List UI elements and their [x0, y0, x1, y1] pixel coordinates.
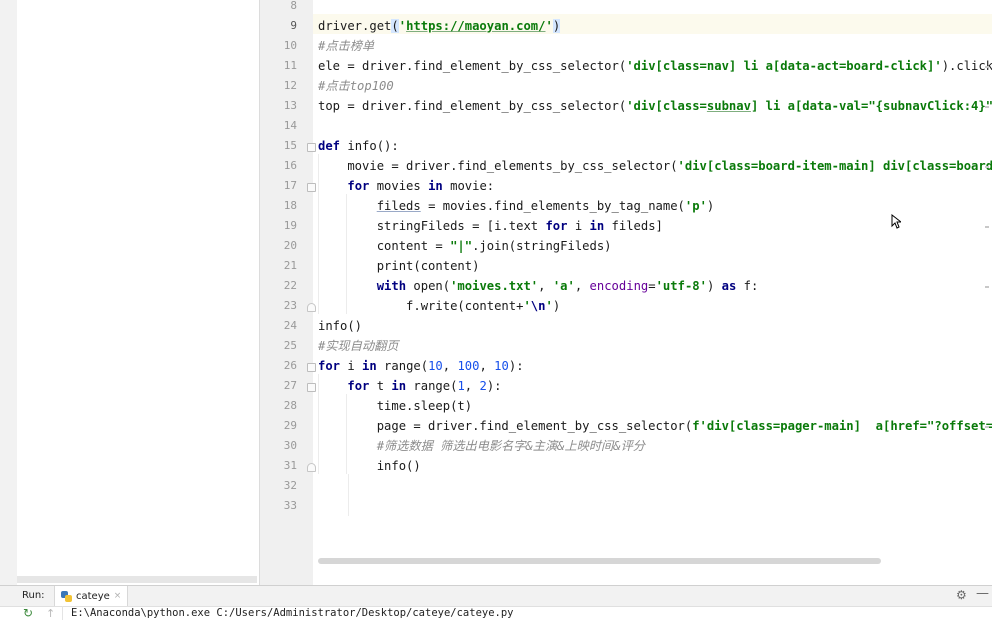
line-number: 19 [283, 219, 297, 232]
code-line[interactable]: time.sleep(t) [318, 396, 992, 416]
python-file-icon [61, 590, 72, 602]
code-line[interactable]: for movies in movie: [318, 176, 992, 196]
line-number: 20 [283, 239, 297, 252]
code-line[interactable]: fileds = movies.find_elements_by_tag_nam… [318, 196, 992, 216]
run-tab-label: cateye [76, 590, 110, 602]
scroll-marker[interactable] [985, 166, 989, 168]
fold-marker[interactable] [307, 383, 316, 392]
console-command-line: E:\Anaconda\python.exe C:/Users/Administ… [71, 607, 514, 619]
line-number: 17 [283, 179, 297, 192]
fold-marker[interactable] [307, 143, 316, 152]
code-line[interactable]: ele = driver.find_element_by_css_selecto… [318, 56, 992, 76]
scroll-marker[interactable] [985, 106, 989, 108]
code-line[interactable]: info() [318, 456, 992, 476]
left-tool-strip [0, 0, 18, 585]
scroll-marker[interactable] [985, 286, 989, 288]
line-number: 16 [283, 159, 297, 172]
line-number: 8 [290, 0, 297, 12]
close-icon[interactable]: × [114, 591, 122, 601]
code-line[interactable]: for i in range(10, 100, 10): [318, 356, 992, 376]
line-number: 28 [283, 399, 297, 412]
gear-icon[interactable]: ⚙ [956, 588, 967, 602]
up-arrow-icon[interactable]: ↑ [46, 607, 55, 620]
line-number: 27 [283, 379, 297, 392]
code-line[interactable]: f.write(content+'\n') [318, 296, 992, 316]
indent-guide [348, 474, 349, 516]
code-line[interactable]: info() [318, 316, 992, 336]
code-line[interactable]: movie = driver.find_elements_by_css_sele… [318, 156, 992, 176]
line-number: 32 [283, 479, 297, 492]
line-number: 10 [283, 39, 297, 52]
line-number: 30 [283, 439, 297, 452]
code-line[interactable]: def info(): [318, 136, 992, 156]
line-number: 21 [283, 259, 297, 272]
line-number: 24 [283, 319, 297, 332]
line-number: 23 [283, 299, 297, 312]
project-panel [17, 0, 258, 585]
line-number: 25 [283, 339, 297, 352]
code-line[interactable]: #实现自动翻页 [318, 336, 992, 356]
code-line[interactable]: #筛选数据 筛选出电影名字&主演&上映时间&评分 [318, 436, 992, 456]
run-tab-cateye[interactable]: cateye × [54, 586, 129, 606]
scroll-marker[interactable] [985, 426, 989, 428]
scroll-marker[interactable] [985, 66, 989, 68]
mouse-cursor-icon [891, 214, 901, 229]
code-line[interactable]: print(content) [318, 256, 992, 276]
line-number: 31 [283, 459, 297, 472]
code-line[interactable]: for t in range(1, 2): [318, 376, 992, 396]
code-line[interactable]: content = "|".join(stringFileds) [318, 236, 992, 256]
editor-horizontal-scrollbar[interactable] [318, 558, 881, 564]
project-horizontal-scrollbar[interactable] [17, 576, 257, 583]
code-line[interactable]: #点击榜单 [318, 36, 992, 56]
run-toolbar: Run: cateye × ⚙ — [0, 585, 992, 606]
line-number: 11 [283, 59, 297, 72]
line-number: 18 [283, 199, 297, 212]
fold-marker[interactable] [307, 183, 316, 192]
line-number: 22 [283, 279, 297, 292]
line-number: 26 [283, 359, 297, 372]
minimize-icon[interactable]: — [976, 586, 989, 601]
line-number: 15 [283, 139, 297, 152]
console-divider [62, 606, 63, 620]
line-number: 14 [283, 119, 297, 132]
fold-end-marker[interactable] [307, 463, 316, 472]
line-number: 13 [283, 99, 297, 112]
scroll-marker[interactable] [985, 226, 989, 228]
fold-end-marker[interactable] [307, 303, 316, 312]
line-number: 12 [283, 79, 297, 92]
code-line[interactable]: with open('moives.txt', 'a', encoding='u… [318, 276, 992, 296]
line-number: 29 [283, 419, 297, 432]
code-line[interactable]: driver.get('https://maoyan.com/') [318, 16, 992, 36]
code-line[interactable]: page = driver.find_element_by_css_select… [318, 416, 992, 436]
fold-marker[interactable] [307, 363, 316, 372]
rerun-icon[interactable]: ↻ [23, 607, 33, 620]
run-label: Run: [22, 590, 45, 601]
code-line[interactable]: top = driver.find_element_by_css_selecto… [318, 96, 992, 116]
code-line[interactable]: #点击top100 [318, 76, 992, 96]
line-number: 33 [283, 499, 297, 512]
line-number: 9 [290, 19, 297, 32]
